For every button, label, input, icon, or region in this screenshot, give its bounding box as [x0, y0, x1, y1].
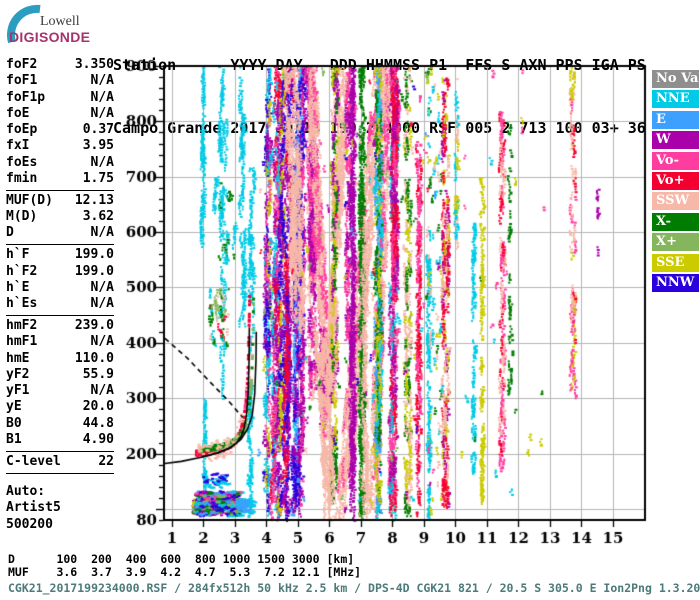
legend-item-x+: X+: [652, 233, 699, 252]
legend-item-w: W: [652, 131, 699, 150]
file-info-line: CGK21_2017199234000.RSF / 284fx512h 50 k…: [8, 581, 700, 595]
legend-item-ssw: SSW: [652, 192, 699, 211]
legend-item-nne: NNE: [652, 90, 699, 109]
legend-item-vo+: Vo+: [652, 171, 699, 190]
legend-item-e: E: [652, 110, 699, 129]
legend-item-noval: No Val: [652, 70, 700, 88]
legend-item-x-: X-: [652, 212, 699, 231]
legend-item-vo-: Vo-: [652, 151, 699, 170]
legend-item-nnw: NNW: [652, 273, 699, 292]
legend-item-sse: SSE: [652, 253, 699, 272]
ionogram-screen: Lowell DIGISONDE Station YYYY DAY DDD HH…: [0, 0, 700, 600]
d-muf-table: D 100 200 400 600 800 1000 1500 3000 [km…: [8, 552, 362, 579]
ionogram-plot: [0, 0, 700, 600]
echo-direction-legend: No Val NNE E W Vo- Vo+ SSW X- X+ SSE NNW: [652, 70, 700, 294]
